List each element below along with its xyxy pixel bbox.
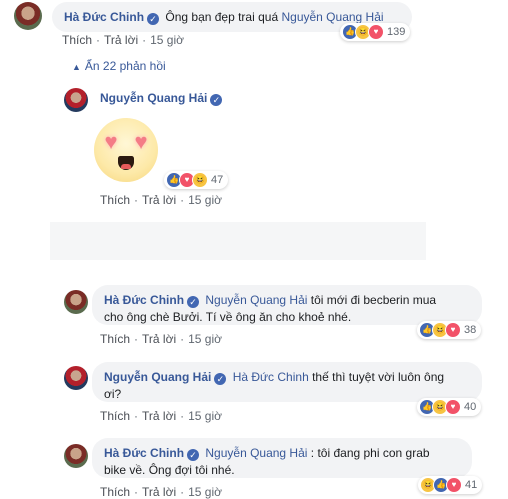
comment-actions: Thích · Trả lời · 15 giờ xyxy=(62,33,184,47)
like-link[interactable]: Thích xyxy=(100,409,130,423)
author-name[interactable]: Hà Đức Chinh xyxy=(64,10,144,24)
reaction-summary[interactable]: 👍 😆 ♥ 38 xyxy=(417,321,482,339)
comment-actions: Thích · Trả lời · 15 giờ xyxy=(100,193,222,207)
like-link[interactable]: Thích xyxy=(100,332,130,346)
comment-text: bike về. Ông đợi tôi nhé. xyxy=(104,463,235,477)
avatar[interactable] xyxy=(14,2,42,30)
verified-badge-icon: ✓ xyxy=(147,13,160,25)
reaction-count: 41 xyxy=(465,479,478,491)
comment-text: tôi mới đi becberin mua xyxy=(310,293,437,307)
timestamp[interactable]: 15 giờ xyxy=(188,485,222,499)
mention-link[interactable]: Hà Đức Chinh xyxy=(233,370,309,384)
reaction-count: 38 xyxy=(464,324,477,336)
haha-icon: 😆 xyxy=(192,172,208,188)
reply-link[interactable]: Trả lời xyxy=(142,193,176,207)
avatar[interactable] xyxy=(64,444,88,468)
reply-link[interactable]: Trả lời xyxy=(104,33,138,47)
avatar[interactable] xyxy=(64,290,88,314)
reaction-summary[interactable]: 👍 😆 ♥ 139 xyxy=(340,23,411,41)
reply-link[interactable]: Trả lời xyxy=(142,409,176,423)
reaction-count: 47 xyxy=(211,174,224,186)
author-line: Nguyễn Quang Hải ✓ xyxy=(100,91,225,106)
verified-badge-icon: ✓ xyxy=(187,296,200,308)
reply-link[interactable]: Trả lời xyxy=(142,485,176,499)
heart-eyes-sticker[interactable]: ♥ ♥ xyxy=(94,118,158,182)
reaction-summary[interactable]: 😆 👍 ♥ 41 xyxy=(418,476,483,494)
love-icon: ♥ xyxy=(445,399,461,415)
comment-actions: Thích · Trả lời · 15 giờ xyxy=(100,409,222,423)
avatar[interactable] xyxy=(64,366,88,390)
comment-text: ơi? xyxy=(104,387,122,401)
love-icon: ♥ xyxy=(445,322,461,338)
author-name[interactable]: Hà Đức Chinh xyxy=(104,446,184,460)
verified-badge-icon: ✓ xyxy=(187,449,200,461)
mention-link[interactable]: Nguyễn Quang Hải xyxy=(205,446,307,460)
reaction-summary[interactable]: 👍 ♥ 😆 47 xyxy=(164,171,229,189)
separator xyxy=(50,222,426,260)
love-icon: ♥ xyxy=(368,24,384,40)
heart-eye-icon: ♥ xyxy=(104,129,118,154)
comment-text: : tôi đang phi con grab xyxy=(310,446,430,460)
comment-text: Ông bạn đẹp trai quá xyxy=(165,10,279,24)
heart-eye-icon: ♥ xyxy=(134,129,148,154)
comment-actions: Thích · Trả lời · 15 giờ xyxy=(100,485,222,499)
verified-badge-icon: ✓ xyxy=(214,373,227,385)
timestamp[interactable]: 15 giờ xyxy=(188,332,222,346)
like-link[interactable]: Thích xyxy=(100,485,130,499)
author-name[interactable]: Nguyễn Quang Hải xyxy=(100,91,207,105)
author-name[interactable]: Hà Đức Chinh xyxy=(104,293,184,307)
reaction-summary[interactable]: 👍 😆 ♥ 40 xyxy=(417,398,482,416)
mouth xyxy=(118,156,134,170)
comment-actions: Thích · Trả lời · 15 giờ xyxy=(100,332,222,346)
comment-bubble: Nguyễn Quang Hải ✓ Hà Đức Chinh thế thì t… xyxy=(92,362,482,402)
hide-replies-link[interactable]: ▲ Ẩn 22 phản hồi xyxy=(72,59,166,73)
like-link[interactable]: Thích xyxy=(62,33,92,47)
reply-link[interactable]: Trả lời xyxy=(142,332,176,346)
comment-text: cho ông chè Bưởi. Tí về ông ăn cho khoẻ … xyxy=(104,310,352,324)
verified-badge-icon: ✓ xyxy=(210,94,223,106)
reaction-count: 139 xyxy=(387,26,406,38)
love-icon: ♥ xyxy=(446,477,462,493)
timestamp[interactable]: 15 giờ xyxy=(150,33,184,47)
author-name[interactable]: Nguyễn Quang Hải xyxy=(104,370,211,384)
like-link[interactable]: Thích xyxy=(100,193,130,207)
comment-bubble: Hà Đức Chinh ✓ Nguyễn Quang Hải tôi mới đ… xyxy=(92,285,482,325)
timestamp[interactable]: 15 giờ xyxy=(188,409,222,423)
comment-text: thế thì tuyệt vời luôn ông xyxy=(312,370,445,384)
mention-link[interactable]: Nguyễn Quang Hải xyxy=(205,293,307,307)
reaction-count: 40 xyxy=(464,401,477,413)
mention-link[interactable]: Nguyễn Quang Hải xyxy=(281,10,383,24)
comment-bubble: Hà Đức Chinh ✓ Nguyễn Quang Hải : tôi đan… xyxy=(92,438,472,478)
avatar[interactable] xyxy=(64,88,88,112)
timestamp[interactable]: 15 giờ xyxy=(188,193,222,207)
collapse-arrow-icon: ▲ xyxy=(72,62,81,72)
